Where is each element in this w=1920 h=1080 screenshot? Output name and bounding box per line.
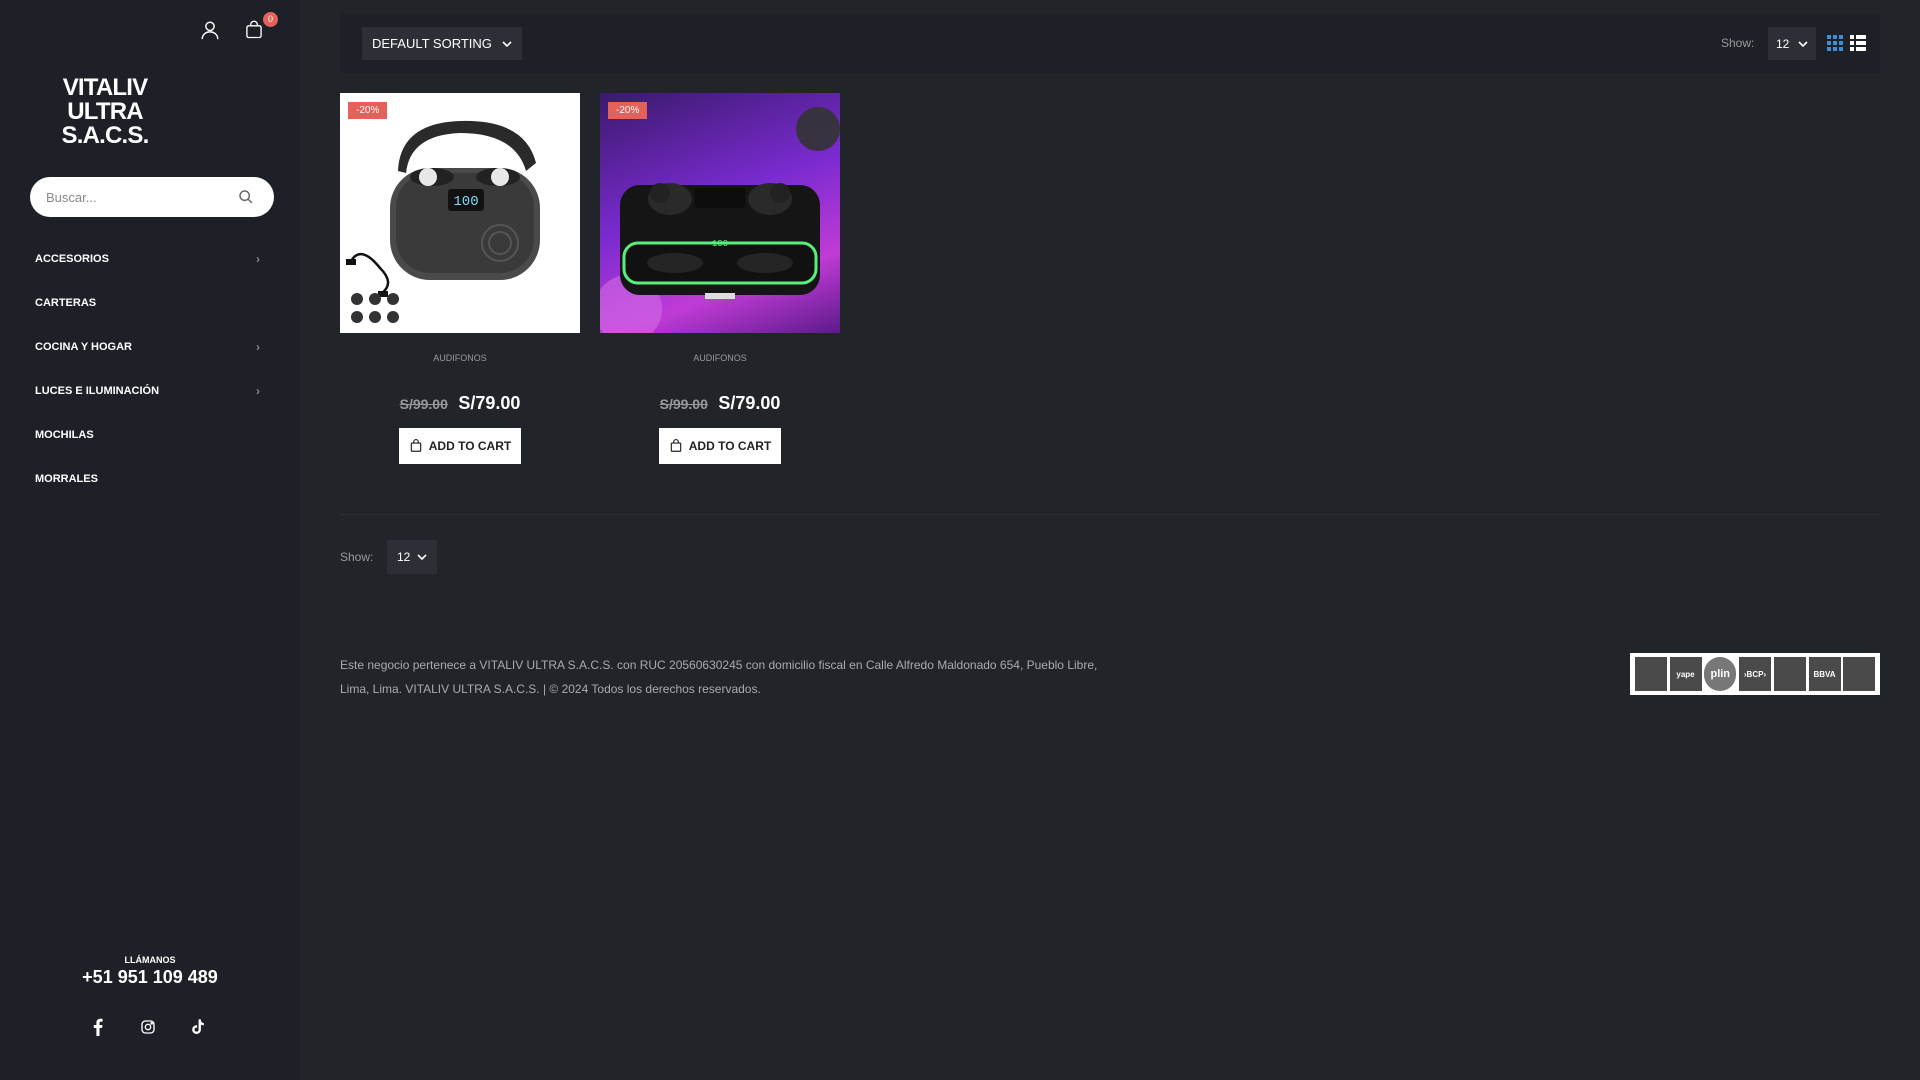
- product-price: S/99.00 S/79.00: [340, 393, 580, 414]
- payment-bcp-icon: ›BCP›: [1739, 657, 1771, 691]
- menu-item-luces[interactable]: LUCES E ILUMINACIÓN ›: [35, 369, 260, 413]
- bag-icon: [670, 439, 682, 452]
- bag-icon: [410, 439, 422, 452]
- payment-plin-icon: plin: [1704, 657, 1737, 691]
- facebook-icon[interactable]: [90, 1017, 106, 1037]
- menu-item-label: LUCES E ILUMINACIÓN: [35, 385, 160, 397]
- product-category[interactable]: AUDIFONOS: [340, 353, 580, 363]
- payment-scotiabank-icon: [1773, 657, 1806, 691]
- search-input[interactable]: [46, 189, 234, 205]
- menu-item-accesorios[interactable]: ACCESORIOS ›: [35, 237, 260, 281]
- per-page-value: 12: [397, 550, 411, 564]
- add-to-cart-label: ADD TO CART: [428, 439, 512, 453]
- product-card: 100 -20% AUDIFONOS S/99.00 S/79.00 ADD T…: [600, 93, 840, 464]
- sale-price: S/79.00: [718, 393, 781, 413]
- call-label: LLÁMANOS: [124, 955, 176, 965]
- discount-badge: -20%: [608, 102, 648, 119]
- sort-select[interactable]: DEFAULT SORTING: [362, 27, 522, 60]
- search-box: [30, 177, 274, 217]
- menu-item-carteras[interactable]: CARTERAS: [35, 281, 260, 325]
- per-page-value: 12: [1776, 36, 1790, 51]
- chevron-right-icon: ›: [256, 340, 260, 354]
- payment-yape-icon: yape: [1669, 657, 1702, 691]
- add-to-cart-button[interactable]: ADD TO CART: [399, 428, 521, 464]
- footer-legal-text: Este negocio pertenece a VITALIV ULTRA S…: [340, 658, 1098, 696]
- old-price: S/99.00: [659, 396, 708, 412]
- menu-item-label: MORRALES: [35, 473, 98, 485]
- chevron-down-icon: [417, 550, 427, 564]
- svg-text:100: 100: [453, 194, 478, 210]
- sort-label: DEFAULT SORTING: [372, 36, 492, 51]
- list-view-icon[interactable]: [1850, 35, 1866, 56]
- bottom-per-page-select[interactable]: 12: [387, 540, 437, 574]
- payment-methods: yape plin ›BCP› BBVA: [1630, 653, 1880, 695]
- svg-text:100: 100: [712, 239, 728, 249]
- add-to-cart-label: ADD TO CART: [688, 439, 772, 453]
- grid-view-icon[interactable]: [1827, 35, 1843, 56]
- shop-toolbar: DEFAULT SORTING Show: 12: [340, 14, 1880, 73]
- product-category[interactable]: AUDIFONOS: [600, 353, 840, 363]
- site-logo[interactable]: VITALIV ULTRA S.A.C.S.: [40, 76, 170, 148]
- search-icon: [239, 190, 253, 204]
- cart-count-badge: 0: [263, 12, 278, 27]
- chevron-right-icon: ›: [256, 252, 260, 266]
- product-image[interactable]: 100 -20%: [340, 93, 580, 333]
- per-page-select[interactable]: 12: [1768, 27, 1816, 60]
- search-button[interactable]: [234, 185, 258, 209]
- payment-cash-icon: [1634, 657, 1667, 691]
- tiktok-icon[interactable]: [190, 1017, 206, 1037]
- chevron-right-icon: ›: [256, 384, 260, 398]
- cart-icon[interactable]: 0: [242, 12, 278, 42]
- sidebar: 0 VITALIV ULTRA S.A.C.S. ACCESORIOS › CAR…: [0, 0, 300, 1080]
- menu-item-label: ACCESORIOS: [35, 253, 109, 265]
- sale-price: S/79.00: [458, 393, 521, 413]
- phone-number[interactable]: +51 951 109 489: [0, 967, 300, 988]
- menu-item-label: MOCHILAS: [35, 429, 94, 441]
- product-card: 100 -20% AUDIFONOS S/99.00 S/79.00 ADD T…: [340, 93, 580, 464]
- discount-badge: -20%: [348, 102, 388, 119]
- payment-card-icon: [1843, 657, 1876, 691]
- instagram-icon[interactable]: [140, 1017, 156, 1037]
- social-links: [90, 1017, 206, 1037]
- category-menu: ACCESORIOS › CARTERAS COCINA Y HOGAR › LUC…: [35, 237, 260, 501]
- chevron-down-icon: [1798, 37, 1808, 51]
- call-block: LLÁMANOS +51 951 109 489: [0, 955, 300, 988]
- payment-bbva-icon: BBVA: [1808, 657, 1841, 691]
- divider: [340, 514, 1880, 515]
- header-icons: 0: [198, 12, 278, 42]
- chevron-down-icon: [502, 36, 512, 51]
- menu-item-label: CARTERAS: [35, 297, 97, 309]
- account-icon[interactable]: [198, 18, 222, 42]
- add-to-cart-button[interactable]: ADD TO CART: [659, 428, 781, 464]
- product-price: S/99.00 S/79.00: [600, 393, 840, 414]
- menu-item-morrales[interactable]: MORRALES: [35, 457, 260, 501]
- menu-item-label: COCINA Y HOGAR: [35, 341, 132, 353]
- product-image[interactable]: 100 -20%: [600, 93, 840, 333]
- show-label: Show:: [1721, 36, 1755, 50]
- bottom-show-label: Show:: [340, 550, 374, 564]
- menu-item-mochilas[interactable]: MOCHILAS: [35, 413, 260, 457]
- menu-item-cocina-y-hogar[interactable]: COCINA Y HOGAR ›: [35, 325, 260, 369]
- old-price: S/99.00: [399, 396, 448, 412]
